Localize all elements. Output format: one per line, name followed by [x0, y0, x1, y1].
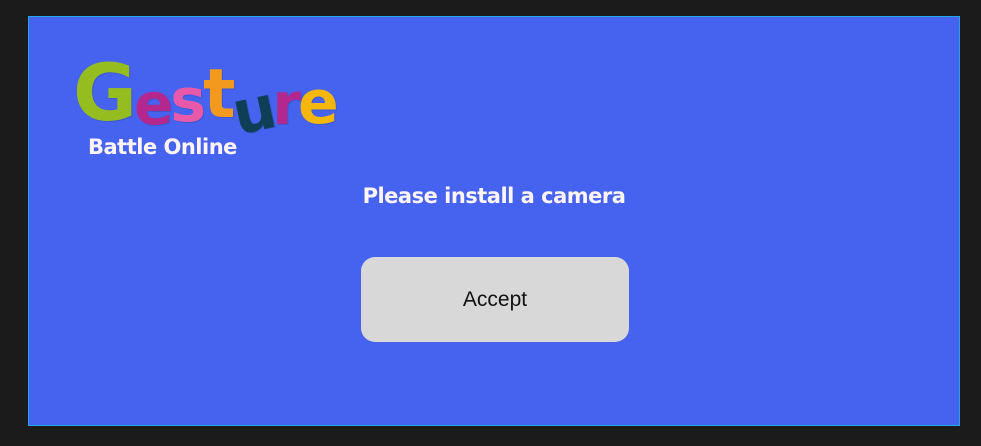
logo-wordmark: G e s t u r e [73, 49, 339, 149]
camera-required-message: Please install a camera [362, 184, 626, 208]
logo-letter-g: G [73, 49, 137, 139]
logo-letter-s: s [170, 66, 206, 136]
app-window: G e s t u r e Battle Online Please insta… [28, 16, 960, 426]
logo-subtitle: Battle Online [88, 135, 237, 159]
gesture-logo: G e s t u r e [73, 49, 339, 149]
accept-button[interactable]: Accept [361, 257, 629, 342]
logo-letter-e2: e [297, 68, 339, 138]
logo-letter-e: e [134, 70, 173, 138]
